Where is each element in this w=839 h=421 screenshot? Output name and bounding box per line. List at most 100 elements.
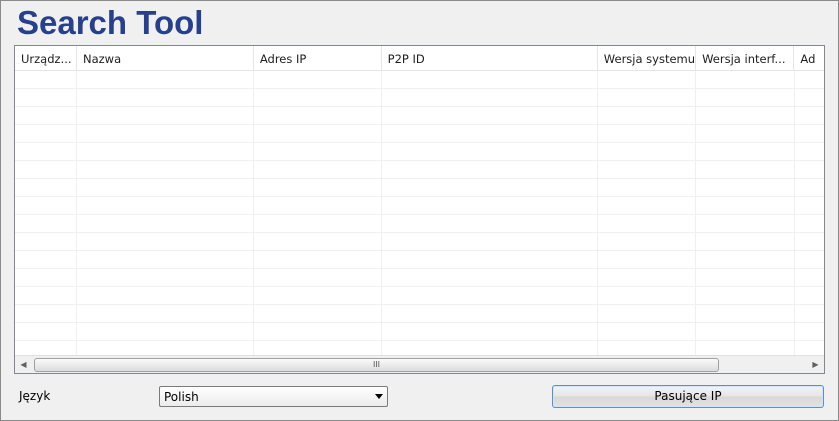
table-row[interactable] xyxy=(15,197,824,215)
table-cell xyxy=(254,269,382,286)
table-cell xyxy=(696,233,795,250)
chevron-down-icon xyxy=(375,394,383,399)
table-cell xyxy=(696,125,795,142)
table-row[interactable] xyxy=(15,107,824,125)
table-cell xyxy=(15,215,77,232)
table-cell xyxy=(254,161,382,178)
table-cell xyxy=(382,251,598,268)
table-cell xyxy=(77,89,254,106)
table-cell xyxy=(77,215,254,232)
table-header: Urządz... Nazwa Adres IP P2P ID Wersja s… xyxy=(15,46,824,71)
language-select[interactable]: Polish xyxy=(159,386,388,407)
table-cell xyxy=(382,143,598,160)
scroll-grip-icon: III xyxy=(372,360,381,369)
table-cell xyxy=(795,215,824,232)
table-row[interactable] xyxy=(15,71,824,89)
table-row[interactable] xyxy=(15,125,824,143)
table-cell xyxy=(15,107,77,124)
table-row[interactable] xyxy=(15,287,824,305)
table-cell xyxy=(382,197,598,214)
table-cell xyxy=(15,71,77,88)
table-cell xyxy=(15,161,77,178)
table-cell xyxy=(598,179,697,196)
search-tool-window: Search Tool Urządz... Nazwa Adres IP P2P… xyxy=(0,0,839,421)
column-header-ip-address[interactable]: Adres IP xyxy=(254,46,382,70)
table-cell xyxy=(382,233,598,250)
app-title: Search Tool xyxy=(17,4,204,41)
table-cell xyxy=(795,287,824,304)
table-cell xyxy=(598,107,697,124)
table-cell xyxy=(382,341,598,356)
table-cell xyxy=(382,287,598,304)
table-cell xyxy=(696,305,795,322)
table-cell xyxy=(382,215,598,232)
scroll-left-arrow-icon[interactable]: ◀ xyxy=(15,356,32,373)
column-header-name[interactable]: Nazwa xyxy=(77,46,254,70)
table-cell xyxy=(15,269,77,286)
table-cell xyxy=(254,143,382,160)
table-cell xyxy=(382,179,598,196)
table-row[interactable] xyxy=(15,305,824,323)
table-cell xyxy=(254,233,382,250)
scroll-thumb[interactable]: III xyxy=(34,358,719,372)
language-label: Język xyxy=(19,389,51,403)
horizontal-scrollbar[interactable]: ◀ III ▶ xyxy=(15,355,824,373)
table-cell xyxy=(15,323,77,340)
table-cell xyxy=(15,287,77,304)
table-cell xyxy=(795,161,824,178)
table-cell xyxy=(77,305,254,322)
matching-ip-button[interactable]: Pasujące IP xyxy=(552,385,824,408)
table-cell xyxy=(795,71,824,88)
table-cell xyxy=(254,323,382,340)
table-cell xyxy=(254,179,382,196)
table-cell xyxy=(696,323,795,340)
table-row[interactable] xyxy=(15,269,824,287)
table-row[interactable] xyxy=(15,215,824,233)
table-cell xyxy=(795,305,824,322)
table-cell xyxy=(382,107,598,124)
table-cell xyxy=(795,197,824,214)
table-cell xyxy=(696,143,795,160)
table-cell xyxy=(598,323,697,340)
table-cell xyxy=(254,107,382,124)
table-row[interactable] xyxy=(15,161,824,179)
column-header-p2p-id[interactable]: P2P ID xyxy=(382,46,598,70)
table-cell xyxy=(795,89,824,106)
table-cell xyxy=(382,305,598,322)
column-header-system-version[interactable]: Wersja systemu xyxy=(598,46,697,70)
table-cell xyxy=(15,341,77,356)
table-row[interactable] xyxy=(15,323,824,341)
table-cell xyxy=(598,215,697,232)
table-cell xyxy=(15,305,77,322)
column-header-interface-version[interactable]: Wersja interf... xyxy=(696,46,795,70)
scroll-right-arrow-icon[interactable]: ▶ xyxy=(807,356,824,373)
table-cell xyxy=(795,341,824,356)
table-cell xyxy=(77,233,254,250)
table-cell xyxy=(696,71,795,88)
table-cell xyxy=(15,143,77,160)
table-cell xyxy=(382,71,598,88)
table-cell xyxy=(15,233,77,250)
table-row[interactable] xyxy=(15,233,824,251)
table-cell xyxy=(77,179,254,196)
table-cell xyxy=(254,341,382,356)
table-row[interactable] xyxy=(15,89,824,107)
table-body xyxy=(15,71,824,356)
column-header-address[interactable]: Ad xyxy=(794,46,824,70)
table-cell xyxy=(77,143,254,160)
table-cell xyxy=(77,71,254,88)
column-header-device[interactable]: Urządz... xyxy=(15,46,77,70)
table-cell xyxy=(598,71,697,88)
table-row[interactable] xyxy=(15,251,824,269)
table-cell xyxy=(598,305,697,322)
table-cell xyxy=(382,89,598,106)
table-row[interactable] xyxy=(15,143,824,161)
table-cell xyxy=(382,323,598,340)
device-table[interactable]: Urządz... Nazwa Adres IP P2P ID Wersja s… xyxy=(14,45,825,374)
table-cell xyxy=(598,287,697,304)
table-cell xyxy=(15,125,77,142)
table-row[interactable] xyxy=(15,341,824,356)
table-cell xyxy=(795,143,824,160)
table-row[interactable] xyxy=(15,179,824,197)
table-cell xyxy=(795,269,824,286)
